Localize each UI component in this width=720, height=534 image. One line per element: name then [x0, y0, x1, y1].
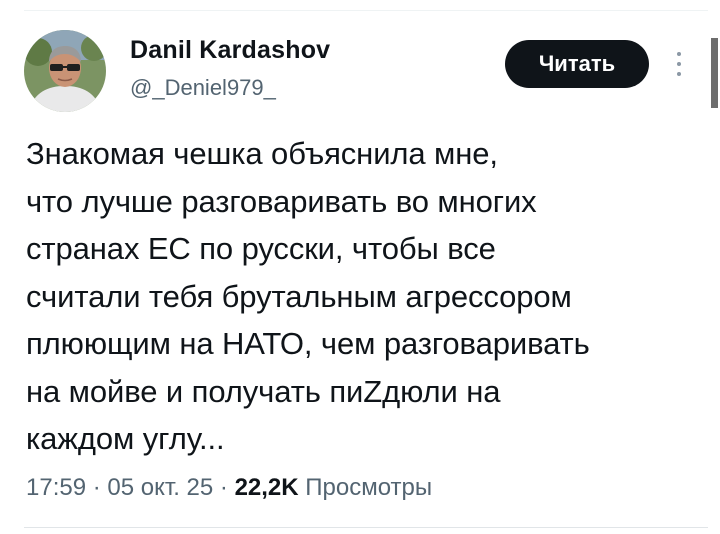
- avatar-photo: [24, 30, 106, 112]
- views-label: Просмотры: [305, 474, 433, 501]
- more-dot: [677, 72, 681, 76]
- tweet-meta: 17:59 · 05 окт. 25 · 22,2K Просмотры: [26, 474, 432, 502]
- more-dot: [677, 62, 681, 66]
- meta-separator: ·: [213, 474, 235, 501]
- more-options-icon[interactable]: [668, 46, 690, 82]
- meta-separator: ·: [86, 474, 108, 501]
- tweet-date[interactable]: 05 окт. 25: [107, 474, 213, 501]
- author-handle[interactable]: @_Deniel979_: [130, 75, 276, 101]
- tweet-text: Знакомая чешка объяснила мне, что лучше …: [26, 136, 590, 456]
- follow-button[interactable]: Читать: [505, 40, 649, 88]
- more-dot: [677, 52, 681, 56]
- views-count: 22,2K: [234, 474, 299, 501]
- avatar[interactable]: [24, 30, 106, 112]
- bottom-divider: [24, 527, 708, 528]
- scrollbar[interactable]: [711, 38, 718, 108]
- tweet-time[interactable]: 17:59: [26, 474, 86, 501]
- top-divider: [24, 10, 708, 11]
- author-display-name[interactable]: Danil Kardashov: [130, 36, 330, 65]
